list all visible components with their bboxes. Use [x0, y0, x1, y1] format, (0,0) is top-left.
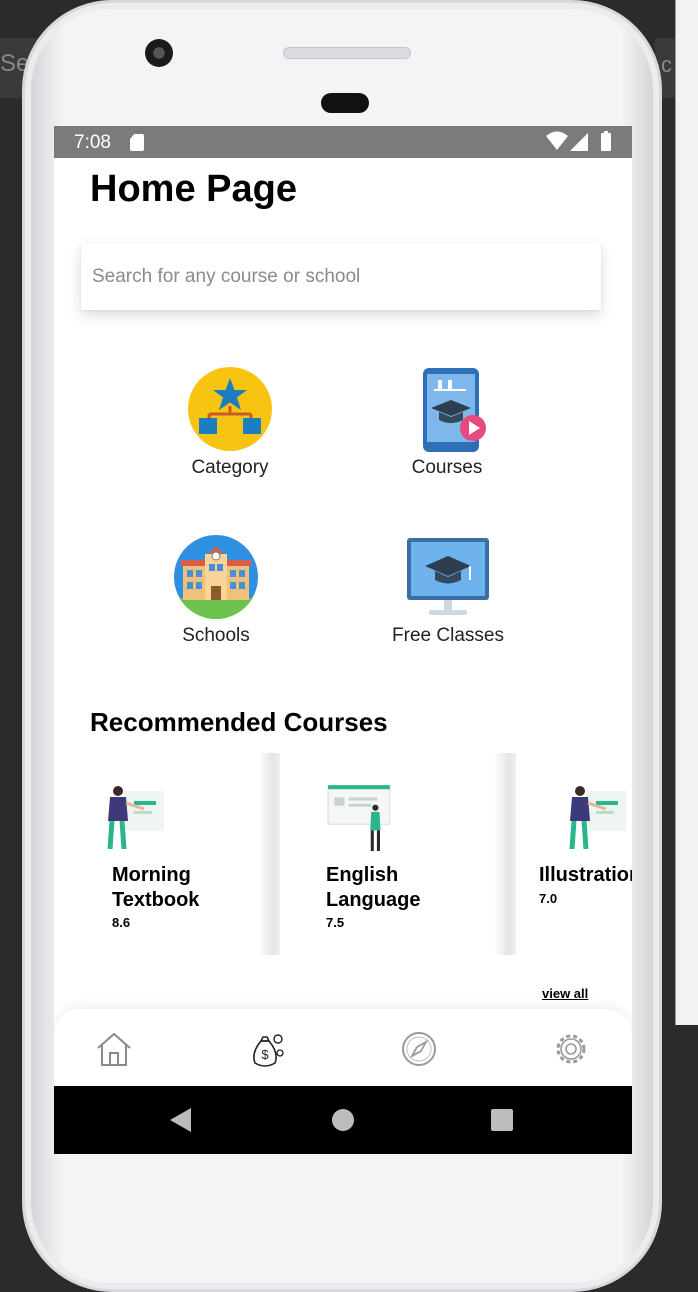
- home-button-icon[interactable]: [332, 1109, 354, 1131]
- ide-side-panel: [675, 0, 698, 1025]
- home-icon[interactable]: [94, 1029, 134, 1069]
- tile-schools[interactable]: Schools: [126, 534, 306, 647]
- course-rating: 7.0: [539, 891, 558, 906]
- battery-icon: [601, 131, 611, 151]
- system-navigation-bar: [54, 1086, 632, 1154]
- course-card[interactable]: Illustration 7.0: [516, 753, 632, 955]
- recent-apps-icon[interactable]: [491, 1109, 513, 1131]
- card-divider: [494, 753, 516, 955]
- free-classes-monitor-icon: [407, 538, 489, 615]
- tile-label: Courses: [411, 457, 483, 478]
- svg-text:$: $: [261, 1047, 269, 1062]
- search-box[interactable]: [81, 243, 601, 310]
- compass-icon[interactable]: [399, 1029, 439, 1069]
- course-name: Illustration: [539, 864, 632, 886]
- category-hierarchy-icon: [188, 367, 272, 451]
- gear-icon[interactable]: [551, 1029, 591, 1069]
- course-rating: 7.5: [326, 915, 345, 930]
- view-all-link[interactable]: view all: [542, 986, 588, 1001]
- status-bar: 7:08: [54, 126, 632, 158]
- course-rating: 8.6: [112, 915, 131, 930]
- card-divider: [258, 753, 280, 955]
- status-time: 7:08: [74, 132, 111, 153]
- front-camera: [145, 39, 173, 67]
- tile-category[interactable]: Category: [140, 366, 320, 479]
- courses-tablet-icon: [423, 368, 486, 452]
- recommended-courses-carousel[interactable]: Morning Textbook 8.6 English Language 7.…: [54, 753, 632, 955]
- money-bag-icon[interactable]: $: [247, 1029, 287, 1069]
- tile-label: Free Classes: [392, 625, 504, 646]
- school-building-icon: [174, 535, 258, 619]
- tile-free-classes[interactable]: Free Classes: [358, 534, 538, 647]
- signal-icon: [570, 133, 588, 151]
- course-name: English Language: [326, 864, 421, 911]
- tile-label: Schools: [182, 625, 250, 646]
- course-illustration-icon: [107, 786, 164, 850]
- bottom-navigation: $: [54, 1009, 632, 1087]
- tile-courses[interactable]: Courses: [357, 366, 537, 479]
- app-screen: 7:08 Home Page Category: [54, 126, 632, 1154]
- earpiece-speaker: [283, 47, 411, 59]
- course-illustration-icon: [327, 785, 391, 851]
- course-card[interactable]: Morning Textbook 8.6: [54, 753, 280, 955]
- page-title: Home Page: [90, 168, 297, 210]
- course-card[interactable]: English Language 7.5: [280, 753, 516, 955]
- course-illustration-icon: [569, 786, 626, 850]
- proximity-sensor: [321, 93, 369, 113]
- wifi-icon: [546, 131, 568, 150]
- recommended-courses-title: Recommended Courses: [90, 707, 388, 737]
- back-icon[interactable]: [170, 1108, 191, 1132]
- sd-card-icon: [130, 134, 144, 151]
- course-name: Morning Textbook: [112, 864, 200, 911]
- search-input[interactable]: [81, 243, 601, 310]
- tile-label: Category: [191, 457, 269, 478]
